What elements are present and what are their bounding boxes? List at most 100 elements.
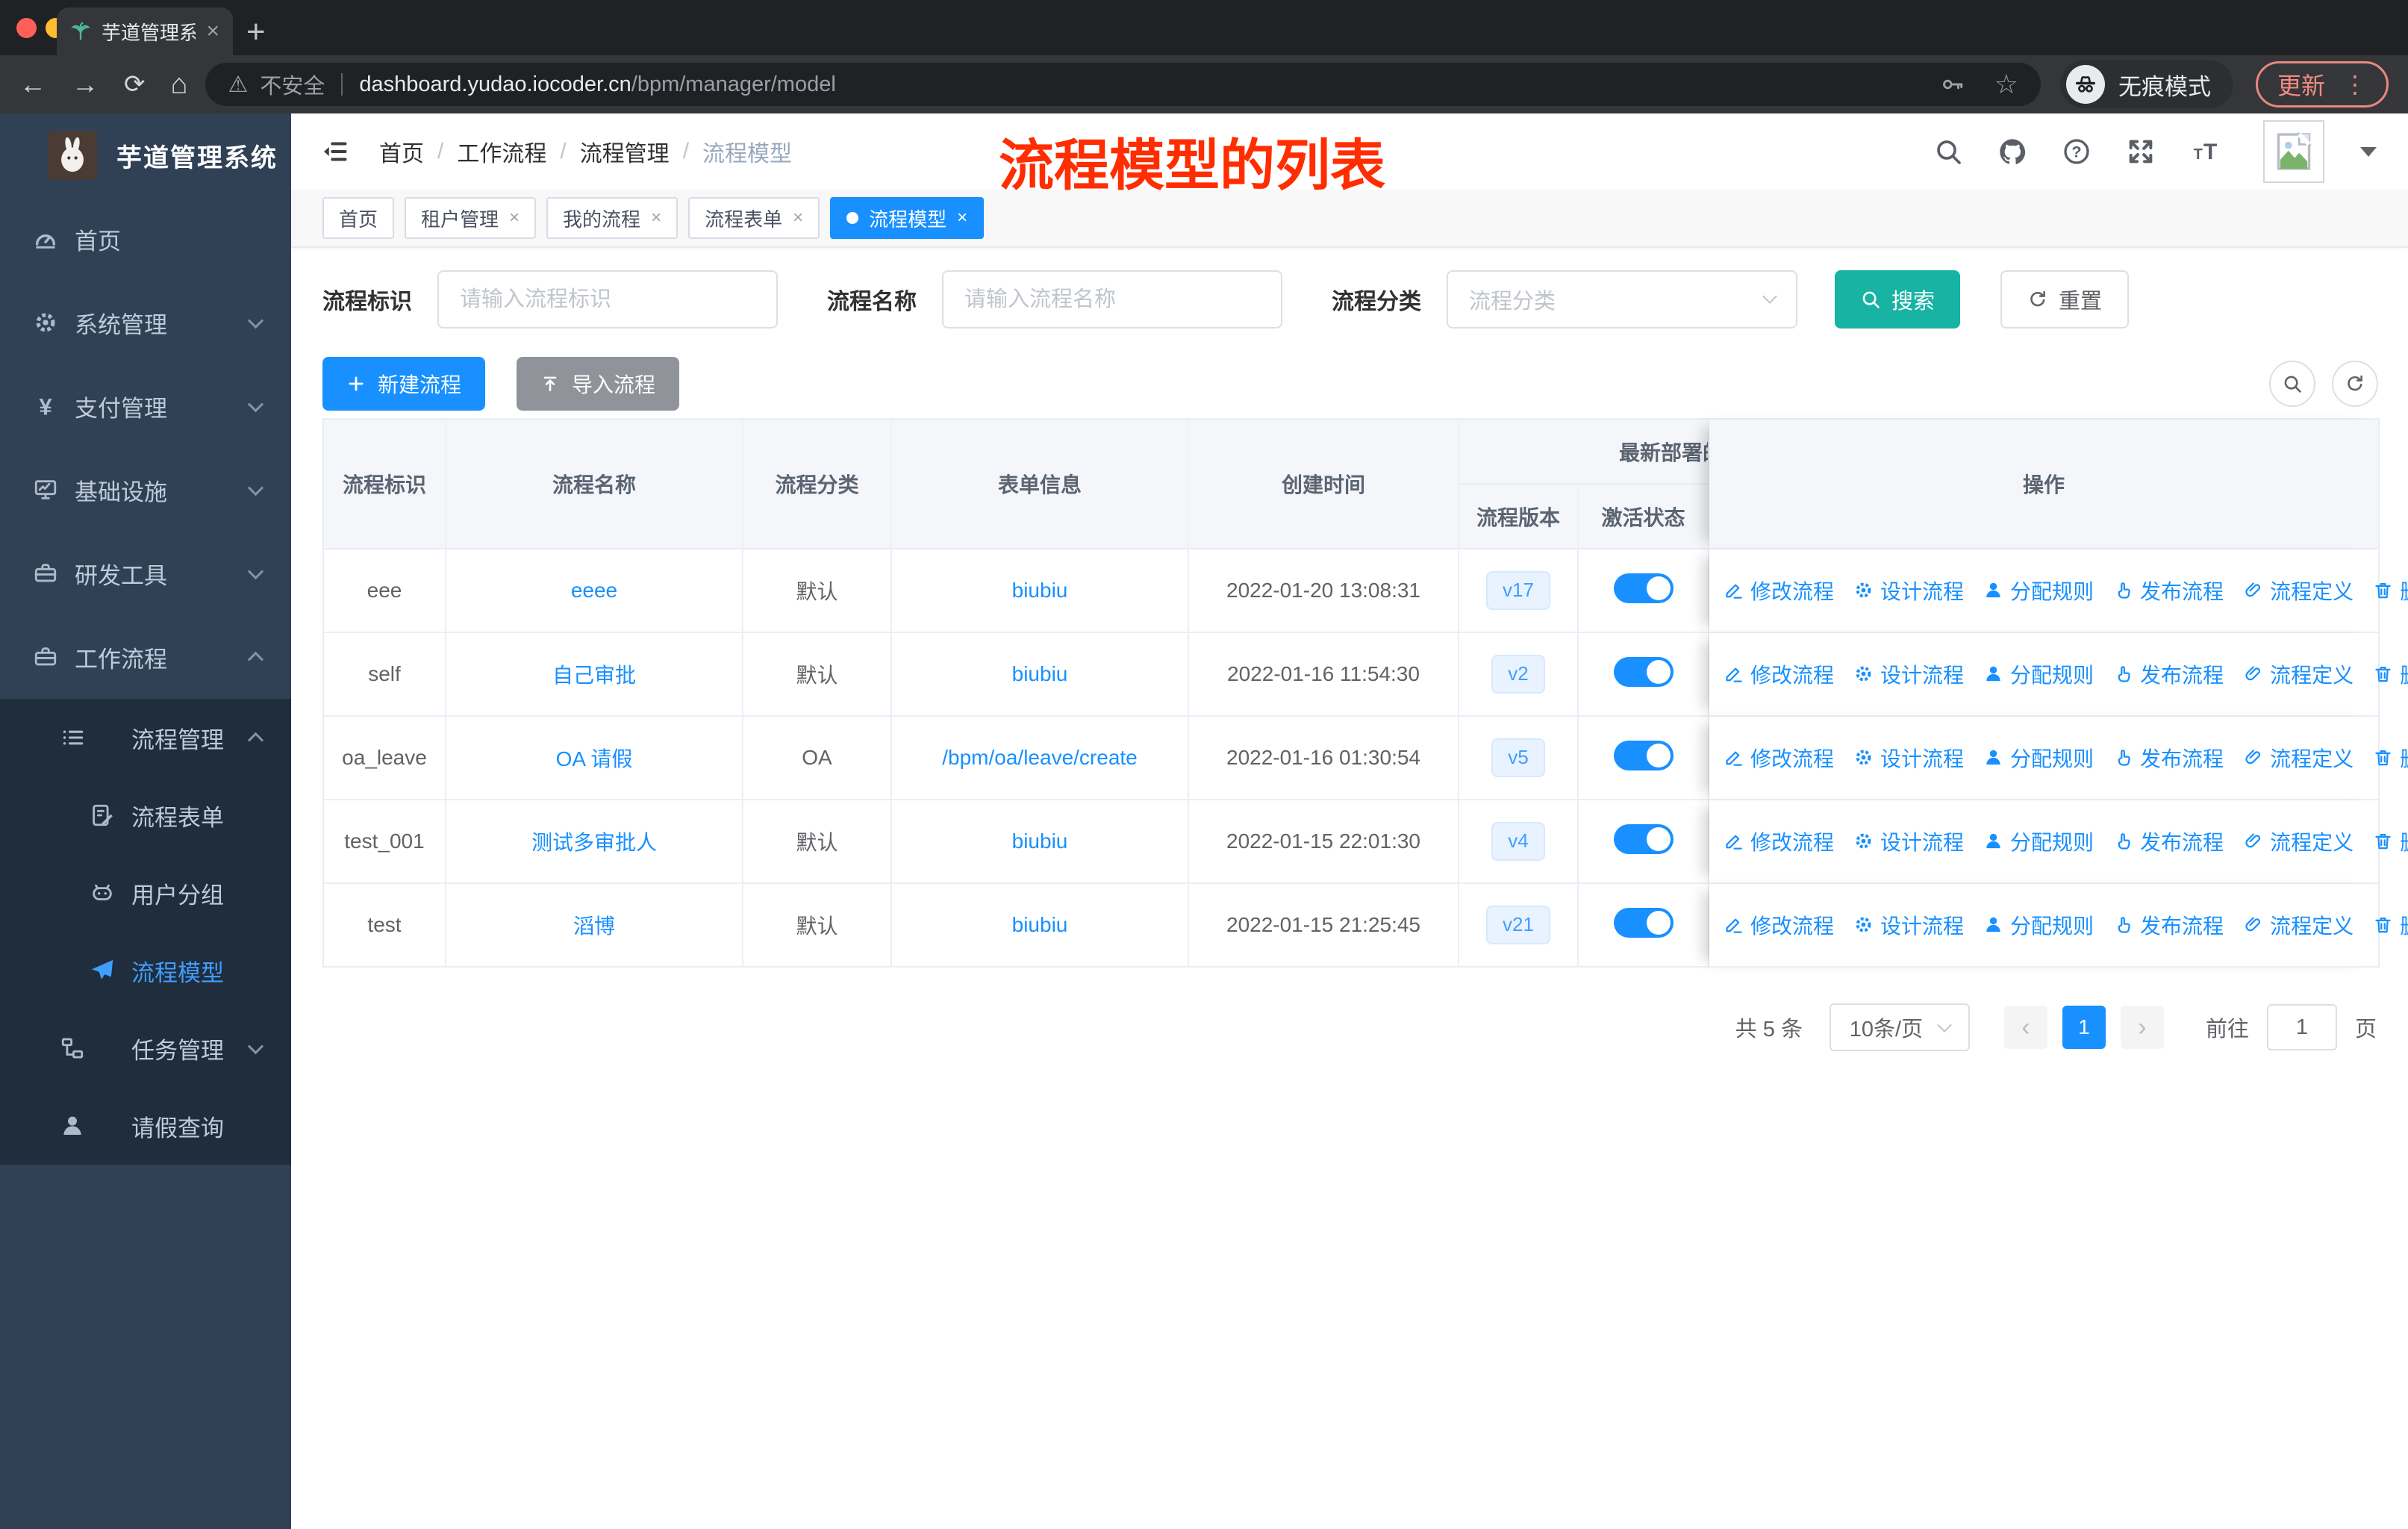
- next-page-button[interactable]: ›: [2120, 1006, 2164, 1049]
- action-delete[interactable]: 删除: [2373, 576, 2408, 605]
- sidebar-item-process-model[interactable]: 流程模型: [0, 932, 291, 1009]
- action-design[interactable]: 设计流程: [1853, 576, 1964, 605]
- sidebar-item-home[interactable]: 首页: [0, 197, 291, 281]
- action-design[interactable]: 设计流程: [1853, 743, 1964, 773]
- process-name-input[interactable]: [942, 270, 1282, 328]
- close-icon[interactable]: ×: [793, 208, 803, 228]
- tag-home[interactable]: 首页: [322, 197, 395, 239]
- sidebar-item-devtools[interactable]: 研发工具: [0, 532, 291, 615]
- close-icon[interactable]: ×: [651, 208, 661, 228]
- version-badge[interactable]: v21: [1486, 906, 1550, 944]
- avatar-caret-icon[interactable]: [2360, 146, 2377, 157]
- process-name-link[interactable]: 测试多审批人: [446, 800, 743, 884]
- action-publish[interactable]: 发布流程: [2113, 743, 2224, 773]
- action-publish[interactable]: 发布流程: [2113, 826, 2224, 856]
- action-edit[interactable]: 修改流程: [1724, 576, 1834, 605]
- process-key-input[interactable]: [437, 270, 778, 328]
- prev-page-button[interactable]: ‹: [2003, 1006, 2047, 1049]
- create-process-button[interactable]: 新建流程: [322, 357, 486, 411]
- help-icon[interactable]: [2062, 137, 2092, 166]
- close-icon[interactable]: ×: [957, 208, 967, 228]
- action-edit[interactable]: 修改流程: [1724, 826, 1834, 856]
- action-assign[interactable]: 分配规则: [1983, 659, 2094, 689]
- current-page-button[interactable]: 1: [2062, 1006, 2106, 1049]
- app-logo[interactable]: 芋道管理系统: [0, 113, 291, 197]
- reset-button[interactable]: 重置: [2000, 270, 2130, 328]
- active-toggle[interactable]: [1613, 656, 1674, 687]
- sidebar-item-process-form[interactable]: 流程表单: [0, 776, 291, 854]
- tag-my-process[interactable]: 我的流程 ×: [546, 197, 679, 239]
- action-design[interactable]: 设计流程: [1853, 910, 1964, 940]
- version-badge[interactable]: v17: [1486, 571, 1550, 610]
- sidebar-item-system[interactable]: 系统管理: [0, 281, 291, 364]
- security-label[interactable]: 不安全: [260, 69, 325, 100]
- back-button[interactable]: ←: [19, 69, 46, 100]
- breadcrumb-item[interactable]: 流程管理: [580, 135, 670, 168]
- version-badge[interactable]: v2: [1491, 655, 1545, 694]
- browser-update-button[interactable]: 更新 ⋮: [2255, 61, 2389, 108]
- refresh-table-button[interactable]: [2332, 361, 2378, 407]
- close-window-button[interactable]: [16, 18, 37, 38]
- action-delete[interactable]: 删除: [2373, 910, 2408, 940]
- action-edit[interactable]: 修改流程: [1724, 910, 1834, 940]
- browser-menu-icon[interactable]: ⋮: [2343, 70, 2367, 99]
- sidebar-item-process-mgmt[interactable]: 流程管理: [0, 699, 291, 776]
- sidebar-item-user-group[interactable]: 用户分组: [0, 854, 291, 932]
- sidebar-item-leave-query[interactable]: 请假查询: [0, 1087, 291, 1165]
- action-design[interactable]: 设计流程: [1853, 659, 1964, 689]
- active-toggle[interactable]: [1613, 573, 1674, 603]
- form-info-link[interactable]: biubiu: [892, 549, 1189, 633]
- address-bar[interactable]: ⚠ 不安全 dashboard.yudao.iocoder.cn/bpm/man…: [205, 63, 2041, 106]
- new-tab-button[interactable]: +: [246, 13, 266, 51]
- github-icon[interactable]: [1997, 137, 2027, 166]
- tag-process-model[interactable]: 流程模型 ×: [830, 197, 985, 239]
- sidebar-item-infra[interactable]: 基础设施: [0, 448, 291, 532]
- sidebar-item-task-mgmt[interactable]: 任务管理: [0, 1009, 291, 1087]
- action-assign[interactable]: 分配规则: [1983, 910, 2094, 940]
- version-badge[interactable]: v4: [1491, 822, 1545, 861]
- process-name-link[interactable]: 自己审批: [446, 633, 743, 717]
- import-process-button[interactable]: 导入流程: [517, 357, 680, 411]
- breadcrumb-item[interactable]: 首页: [379, 135, 424, 168]
- version-badge[interactable]: v5: [1491, 738, 1545, 777]
- action-publish[interactable]: 发布流程: [2113, 910, 2224, 940]
- action-delete[interactable]: 删除: [2373, 659, 2408, 689]
- font-size-icon[interactable]: [2190, 137, 2224, 166]
- process-name-link[interactable]: eeee: [446, 549, 743, 633]
- bookmark-star-icon[interactable]: ☆: [1994, 69, 2018, 100]
- show-search-button[interactable]: [2269, 361, 2315, 407]
- forward-button[interactable]: →: [72, 69, 99, 100]
- browser-tab[interactable]: 芋道管理系统 ×: [57, 7, 233, 55]
- action-definition[interactable]: 流程定义: [2243, 743, 2354, 773]
- process-name-link[interactable]: OA 请假: [446, 717, 743, 800]
- tag-process-form[interactable]: 流程表单 ×: [688, 197, 820, 239]
- action-definition[interactable]: 流程定义: [2243, 826, 2354, 856]
- action-delete[interactable]: 删除: [2373, 826, 2408, 856]
- action-assign[interactable]: 分配规则: [1983, 576, 2094, 605]
- action-definition[interactable]: 流程定义: [2243, 659, 2354, 689]
- reload-button[interactable]: ⟳: [124, 69, 146, 99]
- tag-tenant[interactable]: 租户管理 ×: [405, 197, 537, 239]
- action-delete[interactable]: 删除: [2373, 743, 2408, 773]
- search-icon[interactable]: [1933, 137, 1963, 166]
- key-icon[interactable]: [1941, 72, 1965, 96]
- action-assign[interactable]: 分配规则: [1983, 826, 2094, 856]
- process-name-link[interactable]: 滔博: [446, 884, 743, 968]
- avatar[interactable]: [2263, 120, 2324, 183]
- active-toggle[interactable]: [1613, 907, 1674, 938]
- action-assign[interactable]: 分配规则: [1983, 743, 2094, 773]
- action-definition[interactable]: 流程定义: [2243, 576, 2354, 605]
- breadcrumb-item[interactable]: 工作流程: [457, 135, 546, 168]
- search-button[interactable]: 搜索: [1835, 270, 1961, 328]
- home-button[interactable]: ⌂: [171, 69, 188, 101]
- form-info-link[interactable]: /bpm/oa/leave/create: [892, 717, 1189, 800]
- fullscreen-icon[interactable]: [2126, 137, 2156, 166]
- action-publish[interactable]: 发布流程: [2113, 659, 2224, 689]
- active-toggle[interactable]: [1613, 740, 1674, 770]
- page-size-select[interactable]: 10条/页: [1829, 1003, 1970, 1051]
- action-publish[interactable]: 发布流程: [2113, 576, 2224, 605]
- form-info-link[interactable]: biubiu: [892, 884, 1189, 968]
- process-category-select[interactable]: 流程分类: [1447, 270, 1797, 328]
- sidebar-item-workflow[interactable]: 工作流程: [0, 615, 291, 699]
- close-icon[interactable]: ×: [509, 208, 520, 228]
